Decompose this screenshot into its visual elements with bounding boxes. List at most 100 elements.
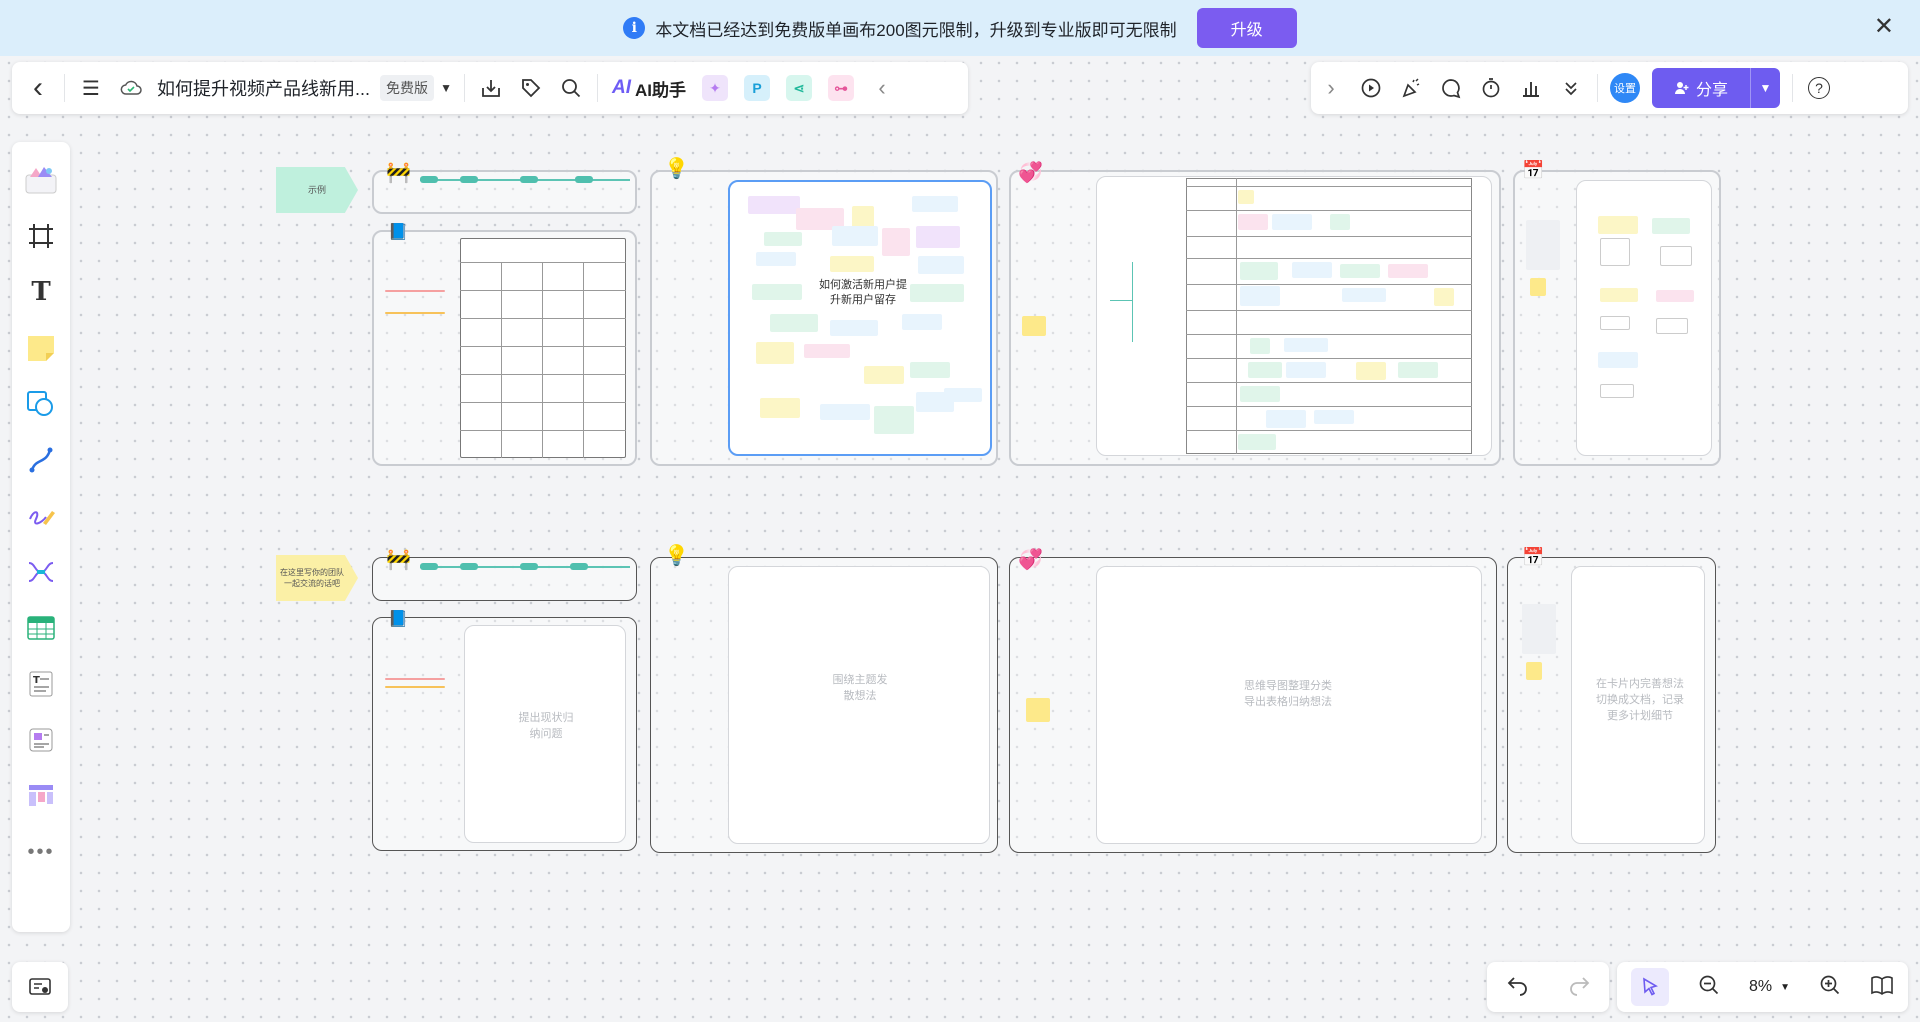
table-line <box>460 262 626 263</box>
shape-icon[interactable] <box>19 382 63 426</box>
frame-timeline-2[interactable] <box>372 557 637 601</box>
idea-note <box>916 226 960 248</box>
upgrade-button[interactable]: 升级 <box>1196 8 1297 48</box>
idea-note <box>912 196 958 212</box>
p-plugin-icon[interactable]: P <box>744 75 771 101</box>
timer-icon[interactable] <box>1471 68 1511 108</box>
notebook-sticker: 📘 <box>388 611 408 628</box>
ai-assistant-label: AI助手 <box>635 80 687 100</box>
search-icon[interactable] <box>551 68 591 108</box>
comment-icon[interactable] <box>1431 68 1471 108</box>
document-title[interactable]: 如何提升视频产品线新用... <box>157 75 370 101</box>
tool-palette: T T ••• <box>12 142 70 932</box>
timeline-node <box>575 176 593 183</box>
placeholder-cards: 在卡片内完善想法切换成文档，记录更多计划细节 <box>1596 678 1684 722</box>
card-icon[interactable] <box>19 718 63 762</box>
table-note <box>1238 190 1254 204</box>
zoom-out-icon[interactable] <box>1698 974 1720 1001</box>
kanban-icon[interactable] <box>19 774 63 818</box>
calendar-sticker: 📅 <box>1522 160 1545 180</box>
heart-sticker: 💞 <box>1018 162 1043 184</box>
redo-icon[interactable] <box>1567 972 1591 1002</box>
idea-note <box>756 252 796 266</box>
celebrate-icon[interactable] <box>1391 68 1431 108</box>
card-item <box>1656 318 1688 334</box>
sticky-note-icon[interactable] <box>19 326 63 370</box>
card-item <box>1598 352 1638 368</box>
pen-icon[interactable] <box>19 494 63 538</box>
table-note <box>1266 410 1306 428</box>
text-icon[interactable]: T <box>19 270 63 314</box>
table-note <box>1272 214 1312 230</box>
tag-icon[interactable] <box>511 68 551 108</box>
card-item <box>1600 316 1630 330</box>
back-icon[interactable]: ‹ <box>18 68 58 108</box>
close-icon[interactable]: ✕ <box>1874 14 1894 40</box>
undo-icon[interactable] <box>1506 972 1530 1002</box>
table-note <box>1286 362 1326 378</box>
play-icon[interactable] <box>1351 68 1391 108</box>
highlight-chip <box>385 312 445 314</box>
table-line <box>1186 334 1472 335</box>
problem-table-card[interactable] <box>460 238 626 458</box>
idea-note <box>748 196 800 214</box>
table-note <box>1388 264 1428 278</box>
idea-note <box>902 314 942 330</box>
idea-note <box>910 362 950 378</box>
table-note <box>1398 362 1438 378</box>
chevron-down-icon[interactable]: ▼ <box>434 68 458 108</box>
more-down-icon[interactable] <box>1551 68 1591 108</box>
idea-note <box>830 320 878 336</box>
chevron-down-icon: ▼ <box>1780 981 1790 993</box>
table-note <box>1340 264 1380 278</box>
idea-note <box>910 284 964 302</box>
table-note <box>1240 262 1278 280</box>
ai-assistant-button[interactable]: AI AI助手 <box>612 76 686 101</box>
divider <box>464 74 466 102</box>
row-label-example[interactable]: 示例 <box>276 167 358 213</box>
help-icon[interactable]: ? <box>1799 68 1839 108</box>
sticky-note <box>1026 698 1050 722</box>
download-icon[interactable] <box>471 68 511 108</box>
brainstorm-card-2[interactable] <box>728 566 990 844</box>
mindmap-plugin-icon[interactable]: ⋖ <box>786 75 813 101</box>
timeline-node <box>520 176 538 183</box>
table-icon[interactable] <box>19 606 63 650</box>
svg-text:T: T <box>33 675 40 686</box>
zoom-controls: 8% ▼ <box>1617 962 1908 1012</box>
expand-toolbar-icon[interactable]: › <box>1311 68 1351 108</box>
more-tools-icon[interactable]: ••• <box>19 830 63 874</box>
cards-board[interactable] <box>1576 180 1712 456</box>
idea-note <box>832 226 878 246</box>
settings-button[interactable]: 设置 <box>1610 73 1640 103</box>
flow-plugin-icon[interactable]: ⊶ <box>828 75 855 101</box>
sticky-note <box>1530 278 1546 296</box>
vote-icon[interactable] <box>1511 68 1551 108</box>
row-label-team[interactable]: 在这里写你的团队一起交流的话吧 <box>276 555 358 601</box>
frame-icon[interactable] <box>19 214 63 258</box>
share-dropdown-icon[interactable]: ▼ <box>1750 68 1780 108</box>
connector-icon[interactable] <box>19 438 63 482</box>
table-note <box>1284 338 1328 352</box>
info-icon: i <box>623 17 646 39</box>
document-icon[interactable]: T <box>19 662 63 706</box>
help-glyph: ? <box>1808 77 1830 99</box>
idea-note <box>764 232 802 246</box>
zoom-level-select[interactable]: 8% ▼ <box>1749 978 1790 996</box>
share-button[interactable]: 分享 ▼ <box>1652 68 1780 108</box>
banner-message: 本文档已经达到免费版单画布200图元限制，升级到专业版即可无限制 <box>655 20 1177 40</box>
zoom-in-icon[interactable] <box>1819 974 1841 1001</box>
select-cursor-icon[interactable] <box>1631 968 1670 1006</box>
timeline-node <box>420 176 438 183</box>
minimap-button[interactable] <box>12 962 68 1012</box>
mindmap-icon[interactable] <box>19 550 63 594</box>
construction-sticker: 🚧 <box>386 162 411 184</box>
table-line <box>1186 258 1472 259</box>
menu-icon[interactable]: ☰ <box>71 68 111 108</box>
frame-timeline[interactable] <box>372 170 637 214</box>
guide-book-icon[interactable] <box>1870 974 1894 1001</box>
image-plugin-icon[interactable]: ✦ <box>702 75 729 101</box>
collapse-toolbar-icon[interactable]: ‹ <box>862 68 902 108</box>
timeline-node <box>520 563 538 570</box>
template-icon[interactable] <box>19 158 63 202</box>
